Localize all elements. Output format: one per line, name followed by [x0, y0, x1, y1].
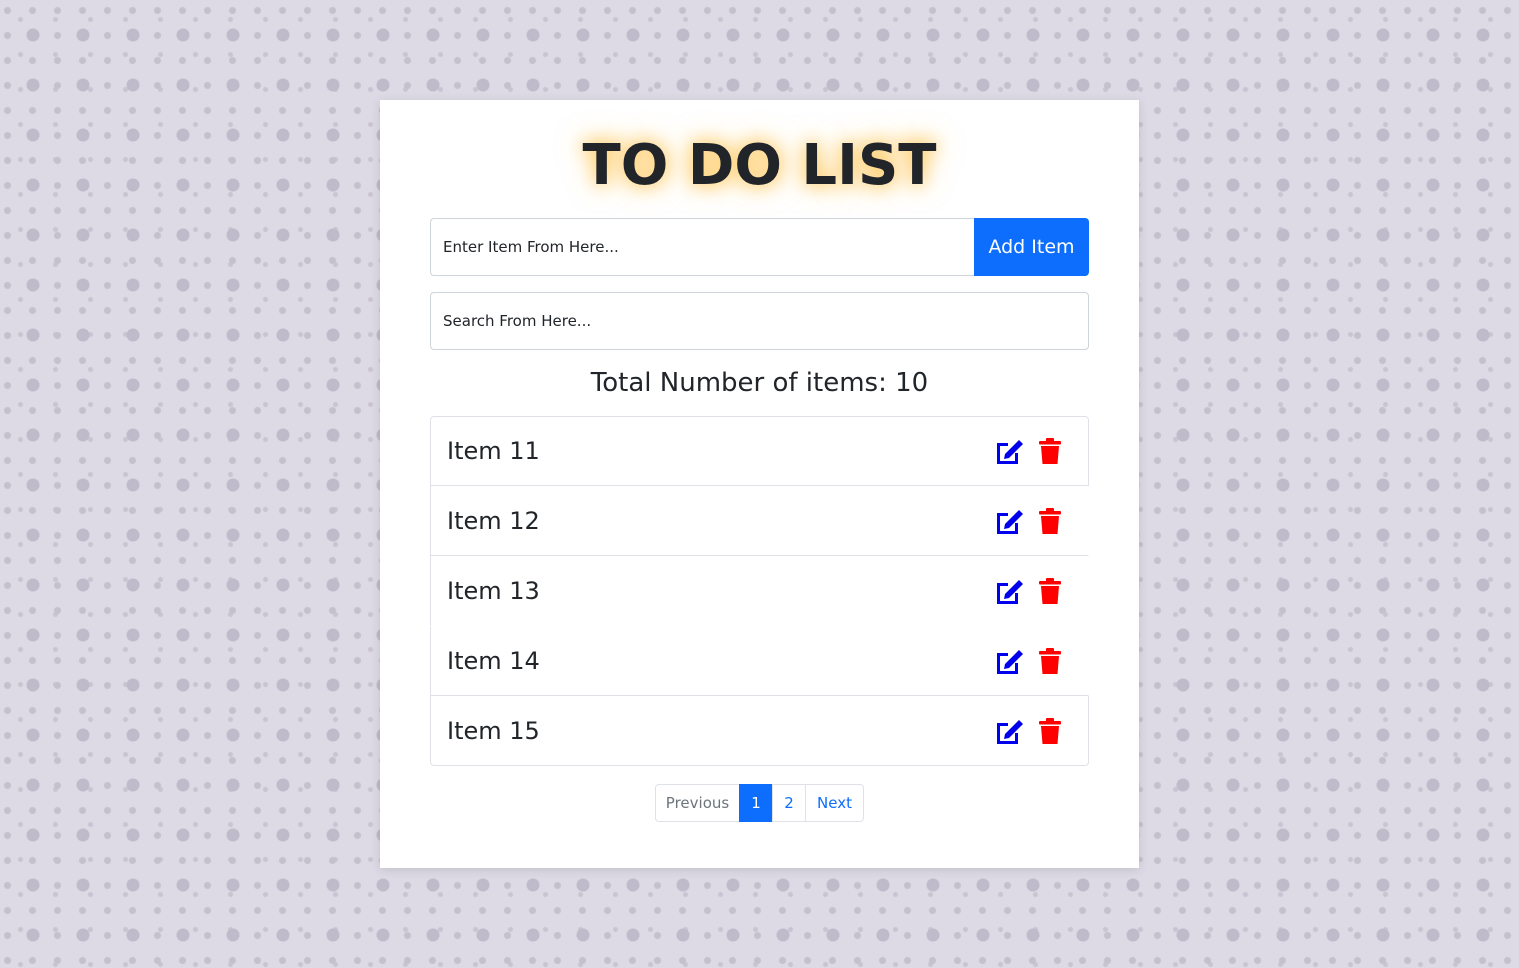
pagination: Previous 1 2 Next — [655, 784, 864, 822]
item-label: Item 11 — [447, 437, 540, 465]
list-item: Item 15 — [430, 696, 1089, 766]
trash-icon[interactable] — [1034, 715, 1066, 747]
edit-icon[interactable] — [993, 505, 1025, 537]
add-item-row: Add Item — [430, 218, 1089, 276]
edit-icon[interactable] — [993, 715, 1025, 747]
edit-icon[interactable] — [993, 645, 1025, 677]
item-label: Item 14 — [447, 647, 540, 675]
edit-icon[interactable] — [993, 435, 1025, 467]
item-input[interactable] — [430, 218, 974, 276]
total-items-label: Total Number of items: 10 — [590, 368, 929, 398]
edit-icon[interactable] — [993, 575, 1025, 607]
page-2-button[interactable]: 2 — [772, 784, 806, 822]
trash-icon[interactable] — [1034, 575, 1066, 607]
trash-icon[interactable] — [1034, 645, 1066, 677]
list-item: Item 12 — [430, 486, 1089, 556]
item-label: Item 15 — [447, 716, 540, 745]
list-item: Item 11 — [430, 416, 1089, 486]
add-item-button[interactable]: Add Item — [974, 218, 1089, 276]
list-item: Item 14 — [430, 626, 1089, 696]
item-label: Item 12 — [447, 506, 540, 535]
trash-icon[interactable] — [1034, 435, 1066, 467]
search-input[interactable] — [430, 292, 1089, 350]
previous-page-button[interactable]: Previous — [655, 784, 740, 822]
next-page-button[interactable]: Next — [805, 784, 864, 822]
todo-list: Item 11 Item 12 Item 13 Item 14 Item 15 — [430, 416, 1089, 766]
item-label: Item 13 — [447, 576, 540, 605]
trash-icon[interactable] — [1034, 505, 1066, 537]
todo-card: TO DO LIST Add Item Total Number of item… — [380, 100, 1139, 868]
list-item: Item 13 — [430, 556, 1089, 626]
page-1-button[interactable]: 1 — [739, 784, 773, 822]
page-title: TO DO LIST — [582, 133, 937, 198]
